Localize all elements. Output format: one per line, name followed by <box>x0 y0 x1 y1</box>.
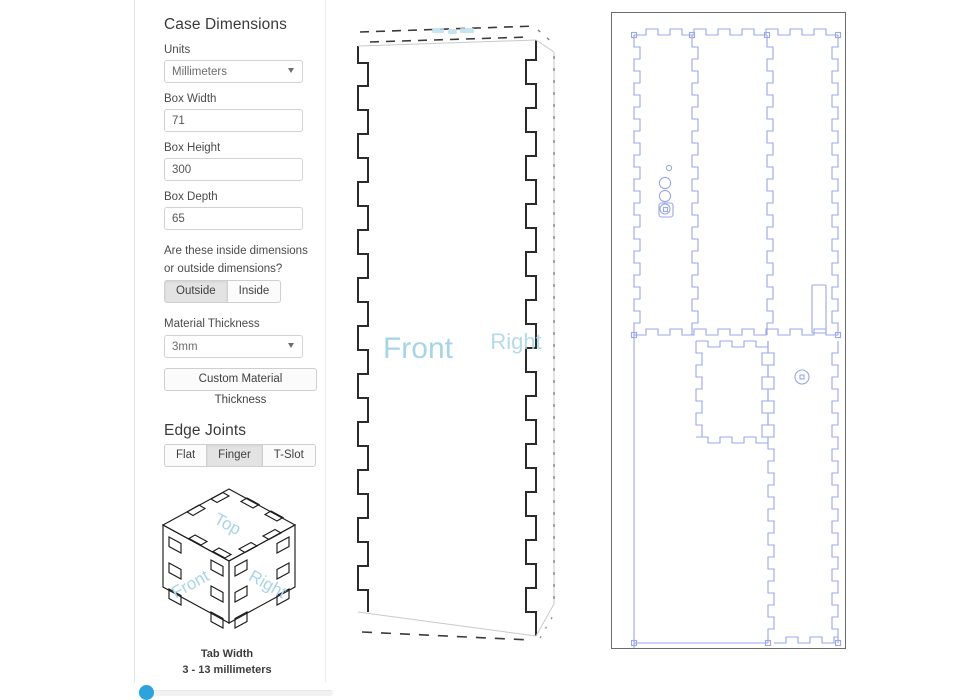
edge-joints-field: Flat Finger T-Slot <box>143 444 317 467</box>
edge-joints-heading: Edge Joints <box>164 422 247 439</box>
cube-label-top: Top <box>211 509 244 539</box>
box-height-label: Box Height <box>164 142 221 154</box>
tab-width-label: Tab Width <box>200 648 254 660</box>
settings-sidebar: Case Dimensions Units Millimeters Box Wi… <box>134 0 333 700</box>
box-height-input[interactable] <box>164 158 303 181</box>
cut-layout-svg <box>630 28 842 649</box>
tab-width-range: 3 - 13 millimeters <box>182 664 272 676</box>
box-3d-preview[interactable]: Front Right <box>340 0 590 682</box>
preview-label-right: Right <box>490 329 541 354</box>
custom-material-thickness-button[interactable]: Custom Material Thickness <box>164 368 317 406</box>
cut-layout-panel[interactable] <box>611 12 846 649</box>
preview-label-front: Front <box>383 332 454 365</box>
app-root: Case Dimensions Units Millimeters Box Wi… <box>0 0 967 700</box>
inside-outside-toggle-group: Outside Inside <box>164 280 317 303</box>
box-3d-wireframe: Front Right <box>357 25 555 641</box>
joint-finger-button[interactable]: Finger <box>206 444 262 467</box>
units-select[interactable]: Millimeters <box>164 60 303 83</box>
box-width-field: Box Width <box>143 92 317 132</box>
box-height-field: Box Height <box>143 141 317 181</box>
dimension-reference-field: Are these inside dimensions or outside d… <box>143 244 317 303</box>
tab-width-slider[interactable] <box>137 685 333 700</box>
joint-flat-button[interactable]: Flat <box>164 444 207 467</box>
inside-button[interactable]: Inside <box>226 280 282 303</box>
case-dimensions-heading: Case Dimensions <box>164 16 287 33</box>
box-depth-field: Box Depth <box>143 190 317 230</box>
box-depth-label: Box Depth <box>164 191 218 203</box>
outside-button[interactable]: Outside <box>164 280 227 303</box>
material-thickness-select[interactable]: 3mm <box>164 335 303 358</box>
joint-preview-cube: Top Front Right <box>149 477 317 642</box>
material-thickness-label: Material Thickness <box>164 318 260 330</box>
box-width-label: Box Width <box>164 93 217 105</box>
tab-width-slider-track[interactable] <box>137 690 333 696</box>
material-thickness-select-wrapper[interactable]: 3mm <box>164 335 303 358</box>
edge-joint-toggle-group: Flat Finger T-Slot <box>164 444 317 467</box>
cube-label-front: Front <box>168 566 212 602</box>
tab-width-slider-handle[interactable] <box>139 685 154 700</box>
cube-diagram-icon: Top Front Right <box>161 488 297 629</box>
dimension-question-line1: Are these inside dimensions <box>164 245 308 257</box>
units-field: Units Millimeters <box>143 43 317 83</box>
units-label: Units <box>164 44 191 56</box>
dimension-question-line2: or outside dimensions? <box>164 263 283 275</box>
material-thickness-field: Material Thickness 3mm Custom Material T… <box>143 317 317 408</box>
joint-tslot-button[interactable]: T-Slot <box>261 444 316 467</box>
box-depth-input[interactable] <box>164 207 303 230</box>
box-width-input[interactable] <box>164 109 303 132</box>
cube-label-right: Right <box>246 566 290 602</box>
units-select-wrapper[interactable]: Millimeters <box>164 60 303 83</box>
